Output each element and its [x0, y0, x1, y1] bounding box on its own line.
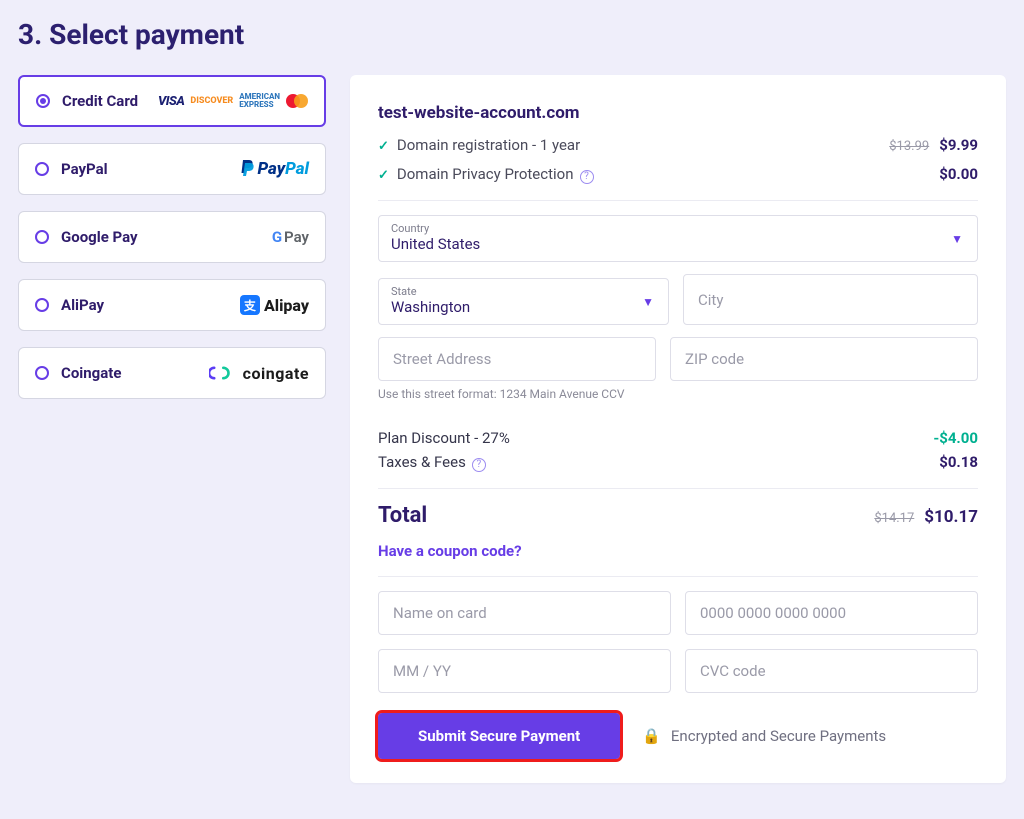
price: $0.00 [939, 165, 978, 183]
mastercard-icon [286, 94, 308, 108]
card-expiry-input[interactable] [378, 649, 671, 693]
help-icon[interactable]: ? [580, 170, 594, 184]
method-label: Google Pay [61, 228, 138, 246]
taxes-value: $0.18 [939, 453, 978, 472]
plan-discount-label: Plan Discount - 27% [378, 429, 510, 447]
divider [378, 200, 978, 201]
method-label: AliPay [61, 296, 104, 314]
visa-icon: VISA [158, 94, 184, 109]
google-pay-icon: GPay [272, 228, 309, 246]
taxes-label: Taxes & Fees? [378, 453, 486, 472]
chevron-down-icon: ▼ [642, 295, 654, 309]
payment-method-paypal[interactable]: PayPal PayPal [18, 143, 326, 195]
method-label: Coingate [61, 364, 121, 382]
payment-methods-list: Credit Card VISA DISCOVER AMERICANEXPRES… [18, 75, 326, 415]
check-icon: ✓ [378, 168, 389, 183]
radio-icon [35, 230, 49, 244]
coingate-icon: coingate [209, 364, 309, 383]
check-icon: ✓ [378, 139, 389, 154]
order-panel: test-website-account.com ✓ Domain registr… [350, 75, 1006, 783]
amex-icon: AMERICANEXPRESS [239, 93, 280, 109]
radio-icon [36, 94, 50, 108]
radio-icon [35, 298, 49, 312]
payment-logos: VISA DISCOVER AMERICANEXPRESS [158, 93, 308, 109]
secure-note: 🔒 Encrypted and Secure Payments [642, 727, 886, 745]
divider [378, 488, 978, 489]
help-icon[interactable]: ? [472, 458, 486, 472]
plan-discount-row: Plan Discount - 27% -$4.00 [378, 429, 978, 447]
method-label: Credit Card [62, 92, 138, 110]
country-select[interactable]: Country United States ▼ [378, 215, 978, 262]
card-name-input[interactable] [378, 591, 671, 635]
total-value: $10.17 [924, 507, 978, 527]
item-label: Domain registration - 1 year [397, 136, 580, 154]
secure-note-text: Encrypted and Secure Payments [671, 727, 886, 745]
card-number-input[interactable] [685, 591, 978, 635]
payment-method-google-pay[interactable]: Google Pay GPay [18, 211, 326, 263]
payment-method-credit-card[interactable]: Credit Card VISA DISCOVER AMERICANEXPRES… [18, 75, 326, 127]
street-input[interactable] [378, 337, 656, 381]
chevron-down-icon: ▼ [951, 232, 963, 246]
price: $9.99 [939, 136, 978, 154]
field-label: State [391, 285, 656, 298]
zip-input[interactable] [670, 337, 978, 381]
method-label: PayPal [61, 160, 108, 178]
radio-icon [35, 366, 49, 380]
page-title: 3. Select payment [18, 18, 1006, 51]
street-hint: Use this street format: 1234 Main Avenue… [378, 387, 656, 401]
total-row: Total $14.17 $10.17 [378, 503, 978, 528]
line-item-registration: ✓ Domain registration - 1 year $13.99 $9.… [378, 135, 978, 154]
paypal-icon: PayPal [239, 159, 309, 179]
card-cvc-input[interactable] [685, 649, 978, 693]
submit-payment-button[interactable]: Submit Secure Payment [378, 713, 620, 759]
field-value: United States [391, 235, 965, 253]
discover-icon: DISCOVER [190, 96, 233, 106]
domain-name: test-website-account.com [378, 103, 978, 123]
line-item-privacy: ✓ Domain Privacy Protection? $0.00 [378, 164, 978, 184]
field-value: Washington [391, 298, 656, 316]
lock-icon: 🔒 [642, 727, 661, 745]
total-old-price: $14.17 [874, 511, 914, 526]
city-input[interactable] [683, 274, 978, 325]
field-label: Country [391, 222, 965, 235]
taxes-row: Taxes & Fees? $0.18 [378, 453, 978, 472]
alipay-icon: 支Alipay [240, 295, 309, 315]
item-label: Domain Privacy Protection [397, 165, 574, 183]
paypal-mark-icon [239, 159, 257, 179]
plan-discount-value: -$4.00 [933, 429, 978, 447]
coupon-link[interactable]: Have a coupon code? [378, 542, 522, 560]
payment-method-coingate[interactable]: Coingate coingate [18, 347, 326, 399]
old-price: $13.99 [889, 139, 929, 154]
total-label: Total [378, 503, 427, 528]
payment-method-alipay[interactable]: AliPay 支Alipay [18, 279, 326, 331]
radio-icon [35, 162, 49, 176]
divider [378, 576, 978, 577]
state-select[interactable]: State Washington ▼ [378, 278, 669, 325]
